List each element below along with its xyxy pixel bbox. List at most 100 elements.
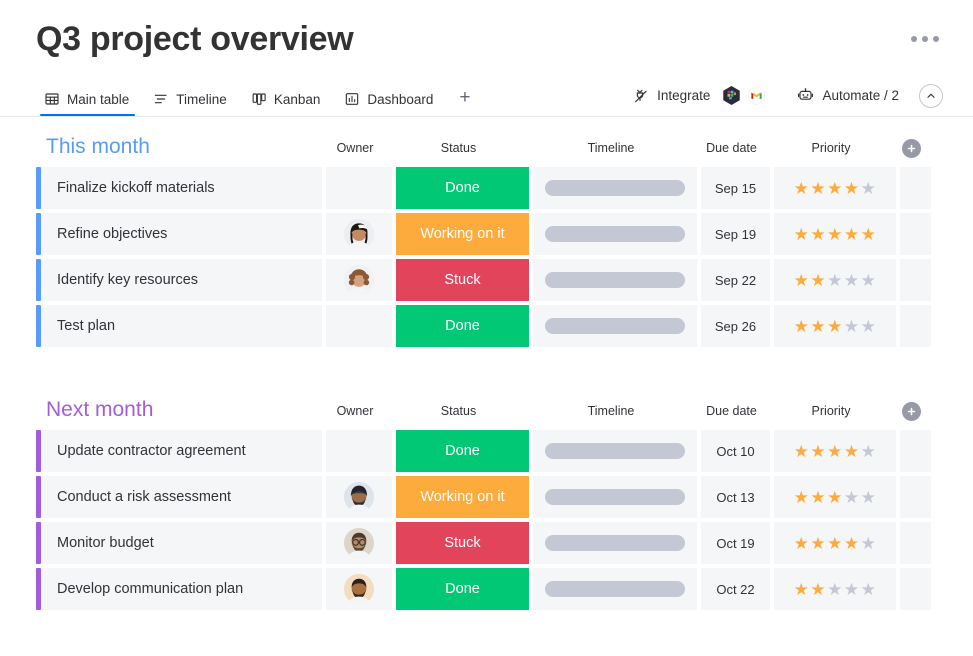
tab-kanban[interactable]: Kanban [243, 87, 331, 116]
table-row[interactable]: Update contractor agreement Done Oct 10 … [36, 430, 938, 472]
owner-cell[interactable] [326, 568, 392, 610]
priority-star[interactable]: ★ [827, 180, 843, 197]
column-header-status[interactable]: Status [392, 403, 525, 422]
column-header-timeline[interactable]: Timeline [529, 140, 693, 159]
column-header-priority[interactable]: Priority [770, 403, 892, 422]
priority-star[interactable]: ★ [844, 180, 860, 197]
priority-cell[interactable]: ★★★★★ [774, 430, 896, 472]
task-name-cell[interactable]: Test plan [41, 305, 322, 347]
priority-cell[interactable]: ★★★★★ [774, 476, 896, 518]
priority-star[interactable]: ★ [794, 272, 810, 289]
avatar[interactable] [344, 482, 374, 512]
priority-star[interactable]: ★ [861, 318, 877, 335]
priority-star[interactable]: ★ [810, 180, 826, 197]
owner-cell[interactable] [326, 305, 392, 347]
priority-star[interactable]: ★ [810, 318, 826, 335]
task-name-cell[interactable]: Conduct a risk assessment [41, 476, 322, 518]
timeline-cell[interactable] [533, 430, 697, 472]
timeline-cell[interactable] [533, 522, 697, 564]
owner-cell[interactable] [326, 213, 392, 255]
integrate-button[interactable]: Integrate [625, 82, 775, 109]
priority-star[interactable]: ★ [810, 489, 826, 506]
priority-cell[interactable]: ★★★★★ [774, 213, 896, 255]
tab-main-table[interactable]: Main table [36, 87, 139, 116]
priority-star[interactable]: ★ [861, 535, 877, 552]
priority-star[interactable]: ★ [827, 581, 843, 598]
avatar[interactable] [344, 265, 374, 295]
priority-star[interactable]: ★ [827, 226, 843, 243]
timeline-cell[interactable] [533, 568, 697, 610]
table-row[interactable]: Refine objectives Working on it Sep 19 ★… [36, 213, 938, 255]
timeline-cell[interactable] [533, 259, 697, 301]
owner-cell[interactable] [326, 167, 392, 209]
priority-star[interactable]: ★ [861, 489, 877, 506]
table-row[interactable]: Develop communication plan Done Oct 22 ★… [36, 568, 938, 610]
timeline-cell[interactable] [533, 305, 697, 347]
group-title[interactable]: Next month [36, 398, 322, 422]
column-header-timeline[interactable]: Timeline [529, 403, 693, 422]
add-column-button[interactable] [896, 139, 927, 159]
due-date-cell[interactable]: Sep 22 [701, 259, 770, 301]
due-date-cell[interactable]: Oct 19 [701, 522, 770, 564]
priority-star[interactable]: ★ [794, 489, 810, 506]
avatar[interactable] [344, 219, 374, 249]
add-column-button[interactable] [896, 402, 927, 422]
avatar[interactable] [344, 574, 374, 604]
status-cell[interactable]: Stuck [396, 522, 529, 564]
priority-cell[interactable]: ★★★★★ [774, 568, 896, 610]
due-date-cell[interactable]: Oct 10 [701, 430, 770, 472]
priority-star[interactable]: ★ [810, 581, 826, 598]
column-header-owner[interactable]: Owner [322, 403, 388, 422]
automate-button[interactable]: Automate / 2 [789, 84, 907, 107]
status-cell[interactable]: Working on it [396, 476, 529, 518]
priority-star[interactable]: ★ [827, 272, 843, 289]
priority-star[interactable]: ★ [794, 581, 810, 598]
timeline-cell[interactable] [533, 213, 697, 255]
column-header-priority[interactable]: Priority [770, 140, 892, 159]
priority-star[interactable]: ★ [861, 443, 877, 460]
owner-cell[interactable] [326, 476, 392, 518]
priority-star[interactable]: ★ [844, 226, 860, 243]
owner-cell[interactable] [326, 259, 392, 301]
priority-star[interactable]: ★ [844, 272, 860, 289]
kebab-menu-icon[interactable] [909, 30, 941, 48]
due-date-cell[interactable]: Oct 13 [701, 476, 770, 518]
priority-star[interactable]: ★ [810, 443, 826, 460]
table-row[interactable]: Conduct a risk assessment Working on it … [36, 476, 938, 518]
column-header-owner[interactable]: Owner [322, 140, 388, 159]
column-header-due[interactable]: Due date [697, 140, 766, 159]
status-cell[interactable]: Done [396, 568, 529, 610]
owner-cell[interactable] [326, 430, 392, 472]
tab-timeline[interactable]: Timeline [145, 87, 237, 116]
due-date-cell[interactable]: Oct 22 [701, 568, 770, 610]
priority-star[interactable]: ★ [861, 581, 877, 598]
priority-star[interactable]: ★ [794, 535, 810, 552]
status-cell[interactable]: Stuck [396, 259, 529, 301]
table-row[interactable]: Finalize kickoff materials Done Sep 15 ★… [36, 167, 938, 209]
task-name-cell[interactable]: Finalize kickoff materials [41, 167, 322, 209]
task-name-cell[interactable]: Develop communication plan [41, 568, 322, 610]
priority-star[interactable]: ★ [844, 318, 860, 335]
priority-star[interactable]: ★ [794, 443, 810, 460]
task-name-cell[interactable]: Update contractor agreement [41, 430, 322, 472]
task-name-cell[interactable]: Monitor budget [41, 522, 322, 564]
priority-star[interactable]: ★ [844, 489, 860, 506]
priority-star[interactable]: ★ [827, 318, 843, 335]
priority-cell[interactable]: ★★★★★ [774, 522, 896, 564]
priority-star[interactable]: ★ [810, 272, 826, 289]
gmail-icon[interactable] [746, 85, 767, 106]
table-row[interactable]: Test plan Done Sep 26 ★★★★★ [36, 305, 938, 347]
priority-star[interactable]: ★ [794, 318, 810, 335]
task-name-cell[interactable]: Refine objectives [41, 213, 322, 255]
owner-cell[interactable] [326, 522, 392, 564]
priority-star[interactable]: ★ [794, 180, 810, 197]
priority-star[interactable]: ★ [861, 272, 877, 289]
task-name-cell[interactable]: Identify key resources [41, 259, 322, 301]
add-view-button[interactable]: + [449, 88, 480, 116]
timeline-cell[interactable] [533, 476, 697, 518]
priority-cell[interactable]: ★★★★★ [774, 167, 896, 209]
priority-star[interactable]: ★ [844, 581, 860, 598]
table-row[interactable]: Identify key resources Stuck Sep 22 ★★★★… [36, 259, 938, 301]
timeline-cell[interactable] [533, 167, 697, 209]
due-date-cell[interactable]: Sep 26 [701, 305, 770, 347]
